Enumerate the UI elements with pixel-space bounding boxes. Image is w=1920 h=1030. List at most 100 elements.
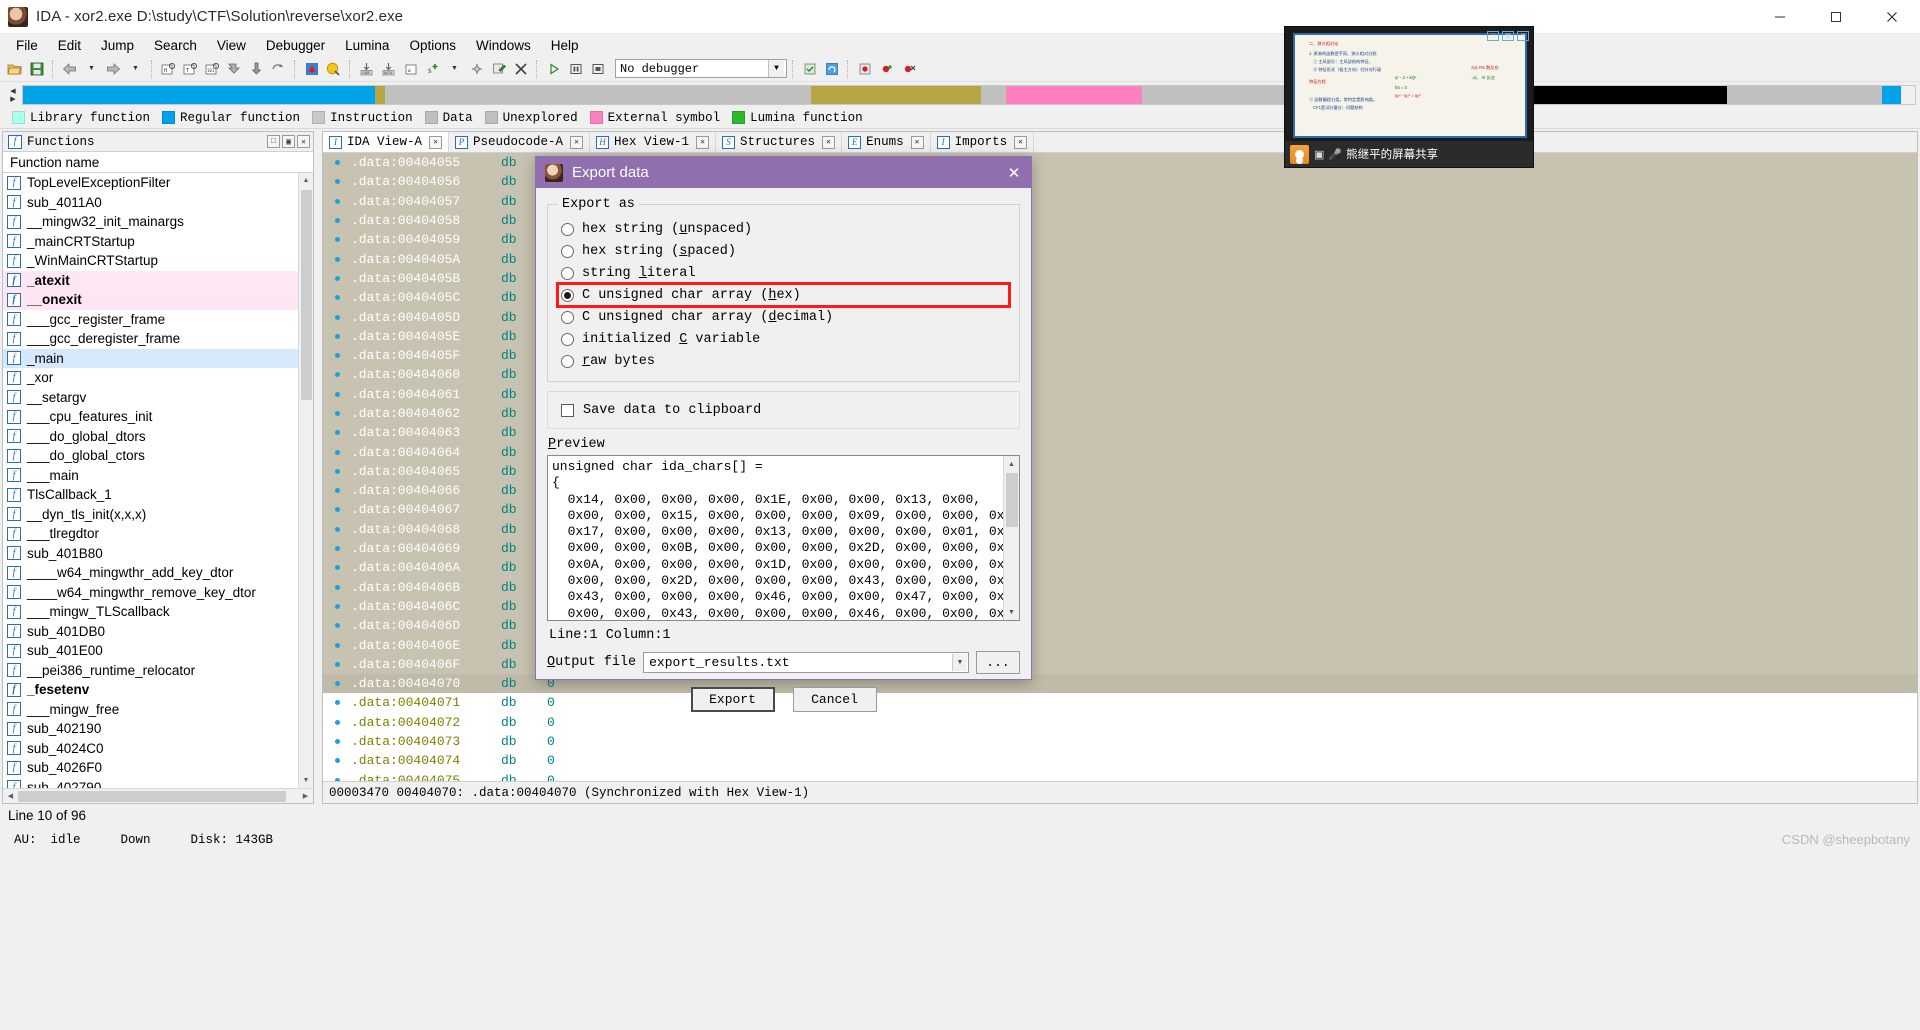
- tab-enums[interactable]: E Enums ✕: [842, 132, 931, 152]
- menu-item-file[interactable]: File: [6, 36, 48, 55]
- search-text-icon[interactable]: T: [180, 58, 201, 79]
- function-list-item[interactable]: f ___mingw_TLScallback: [3, 602, 298, 622]
- tab-hex-view-1[interactable]: H Hex View-1 ✕: [590, 132, 717, 152]
- function-list-item[interactable]: f _fesetenv: [3, 680, 298, 700]
- function-list-item[interactable]: f __setargv: [3, 388, 298, 408]
- tab-close-icon[interactable]: ✕: [696, 135, 710, 149]
- output-file-chevron-down-icon[interactable]: ▼: [952, 654, 967, 671]
- menu-item-view[interactable]: View: [207, 36, 256, 55]
- function-list-item[interactable]: f sub_402790: [3, 778, 298, 788]
- minimize-button[interactable]: [1752, 0, 1808, 34]
- tab-pseudocode-a[interactable]: P Pseudocode-A ✕: [449, 132, 591, 152]
- maximize-button[interactable]: [1808, 0, 1864, 34]
- forward-dropdown-icon[interactable]: ▼: [125, 58, 146, 79]
- menu-item-windows[interactable]: Windows: [466, 36, 541, 55]
- share-restore-icon[interactable]: □: [1487, 31, 1499, 41]
- disassembly-row[interactable]: .data:00404073 db 0: [323, 732, 1917, 751]
- function-list-item[interactable]: f _xor: [3, 368, 298, 388]
- export-button[interactable]: Export: [690, 687, 775, 712]
- run-icon[interactable]: [543, 58, 564, 79]
- debugger-select[interactable]: No debugger ▼: [615, 59, 787, 78]
- function-list-item[interactable]: f ___cpu_features_init: [3, 407, 298, 427]
- close-icon[interactable]: ✕: [297, 135, 310, 148]
- radio-raw-bytes[interactable]: raw bytes: [558, 350, 1009, 372]
- preview-scroll-up-icon[interactable]: ▲: [1003, 456, 1019, 472]
- function-list-item[interactable]: f ___gcc_deregister_frame: [3, 329, 298, 349]
- function-list-item[interactable]: f sub_401DB0: [3, 622, 298, 642]
- navigator-left-arrow-icon[interactable]: ◀: [10, 87, 15, 95]
- radio-indicator-icon[interactable]: [561, 222, 574, 236]
- preview-scroll-thumb[interactable]: [1005, 473, 1018, 527]
- function-list-item[interactable]: f __mingw32_init_mainargs: [3, 212, 298, 232]
- make-data-icon[interactable]: DATA: [378, 58, 399, 79]
- function-list-item[interactable]: f __onexit: [3, 290, 298, 310]
- make-array-icon[interactable]: a: [400, 58, 421, 79]
- maximize-icon[interactable]: ▣: [282, 135, 295, 148]
- share-close-icon[interactable]: ✕: [1517, 31, 1529, 41]
- browse-button[interactable]: ...: [976, 651, 1020, 674]
- preview-scroll-down-icon[interactable]: ▼: [1003, 604, 1019, 620]
- delete-breakpoint-icon[interactable]: [898, 58, 919, 79]
- open-icon[interactable]: [4, 58, 25, 79]
- menu-item-options[interactable]: Options: [399, 36, 466, 55]
- radio-indicator-icon[interactable]: [561, 332, 574, 346]
- tab-close-icon[interactable]: ✕: [570, 135, 584, 149]
- navigator-strip[interactable]: [22, 85, 1916, 105]
- radio-indicator-icon[interactable]: [561, 244, 574, 258]
- preview-box[interactable]: unsigned char ida_chars[] = { 0x14, 0x00…: [547, 455, 1020, 621]
- search-binary-icon[interactable]: 101: [202, 58, 223, 79]
- menu-item-debugger[interactable]: Debugger: [256, 36, 335, 55]
- add-breakpoint-icon[interactable]: [876, 58, 897, 79]
- navigator-scroll-arrows[interactable]: ◀ ▶: [4, 84, 22, 106]
- function-list-item[interactable]: f ___gcc_register_frame: [3, 310, 298, 330]
- pause-icon[interactable]: [565, 58, 586, 79]
- forward-icon[interactable]: [103, 58, 124, 79]
- scroll-down-icon[interactable]: ▼: [298, 773, 313, 788]
- function-list-item[interactable]: f ___do_global_dtors: [3, 427, 298, 447]
- tab-close-icon[interactable]: ✕: [822, 135, 836, 149]
- tab-imports[interactable]: I Imports ✕: [930, 132, 1035, 152]
- screen-share-overlay[interactable]: 二、狭义相对论 1. 原来的函数是不同、狭义相对分割 ① 主风部分：主风部结构特征，…: [1284, 26, 1534, 168]
- navigator-right-arrow-icon[interactable]: ▶: [10, 95, 15, 103]
- cancel-button[interactable]: Cancel: [792, 687, 877, 712]
- reload-icon[interactable]: [821, 58, 842, 79]
- radio-c-uchar-hex[interactable]: C unsigned char array (hex): [556, 282, 1011, 308]
- function-list-item[interactable]: f ___main: [3, 466, 298, 486]
- undo-icon[interactable]: [268, 58, 289, 79]
- radio-hex-unspaced[interactable]: hex string (unspaced): [558, 218, 1009, 240]
- function-list-item[interactable]: f _mainCRTStartup: [3, 232, 298, 252]
- back-dropdown-icon[interactable]: ▼: [81, 58, 102, 79]
- preview-scrollbar[interactable]: ▲ ▼: [1003, 456, 1019, 620]
- function-list-item[interactable]: f sub_4024C0: [3, 739, 298, 759]
- scroll-up-icon[interactable]: ▲: [298, 173, 313, 188]
- function-list-item[interactable]: f ____w64_mingwthr_remove_key_dtor: [3, 583, 298, 603]
- radio-indicator-icon[interactable]: [561, 288, 574, 302]
- menu-item-help[interactable]: Help: [541, 36, 589, 55]
- function-list-item[interactable]: f sub_401E00: [3, 641, 298, 661]
- radio-indicator-icon[interactable]: [561, 266, 574, 280]
- function-list-item[interactable]: f ___mingw_free: [3, 700, 298, 720]
- save-clipboard-box[interactable]: Save data to clipboard: [547, 391, 1020, 429]
- function-list-item[interactable]: f __dyn_tls_init(x,x,x): [3, 505, 298, 525]
- function-list-item[interactable]: f TlsCallback_1: [3, 485, 298, 505]
- chevron-down-icon[interactable]: ▼: [768, 60, 784, 77]
- radio-indicator-icon[interactable]: [561, 354, 574, 368]
- function-list-item[interactable]: f sub_4011A0: [3, 193, 298, 213]
- functions-column-header[interactable]: Function name: [3, 152, 313, 173]
- function-list-item[interactable]: f _main: [3, 348, 298, 368]
- export-format-radio-group[interactable]: hex string (unspaced) hex string (spaced)…: [556, 218, 1011, 372]
- functions-horizontal-scrollbar[interactable]: ◀ ▶: [3, 788, 313, 803]
- menu-item-edit[interactable]: Edit: [48, 36, 91, 55]
- radio-string-literal[interactable]: string literal: [558, 262, 1009, 284]
- make-string-icon[interactable]: s: [422, 58, 443, 79]
- function-list-item[interactable]: f sub_4026F0: [3, 758, 298, 778]
- function-list-item[interactable]: f sub_401B80: [3, 544, 298, 564]
- save-clipboard-checkbox[interactable]: [561, 403, 574, 417]
- undefine-icon[interactable]: [510, 58, 531, 79]
- functions-vertical-scrollbar[interactable]: ▲ ▼: [298, 173, 313, 788]
- scroll-left-icon[interactable]: ◀: [3, 789, 18, 804]
- function-list-item[interactable]: f ____w64_mingwthr_add_key_dtor: [3, 563, 298, 583]
- functions-scroll-track[interactable]: [299, 188, 314, 773]
- functions-list[interactable]: f TopLevelExceptionFilter f sub_4011A0 f __mi…: [3, 173, 298, 788]
- save-icon[interactable]: [26, 58, 47, 79]
